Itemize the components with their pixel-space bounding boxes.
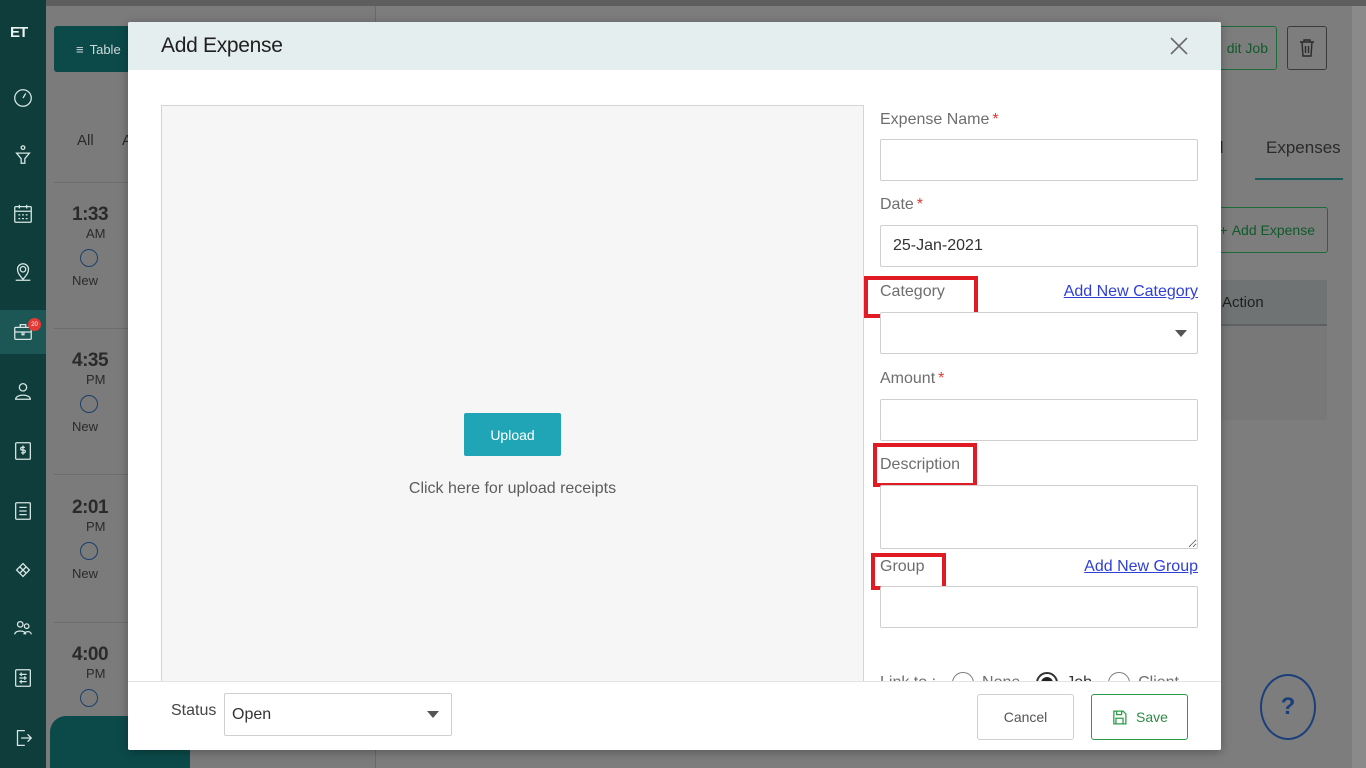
nav-calendar[interactable] xyxy=(0,192,46,236)
map-pin-icon xyxy=(15,263,31,281)
chevron-down-icon xyxy=(427,711,439,718)
nav-dashboard[interactable] xyxy=(0,76,46,120)
nav-reports[interactable] xyxy=(0,489,46,533)
add-expense-button[interactable]: + Add Expense xyxy=(1210,207,1328,253)
upload-hint: Click here for upload receipts xyxy=(408,480,617,497)
nav-rewards[interactable] xyxy=(0,548,46,592)
nav-map[interactable] xyxy=(0,250,46,294)
required-marker: * xyxy=(938,370,945,387)
description-textarea[interactable] xyxy=(880,485,1198,549)
expense-name-input[interactable] xyxy=(880,139,1198,181)
cancel-button[interactable]: Cancel xyxy=(977,694,1074,740)
nav-logout[interactable] xyxy=(0,716,46,760)
expenses-table: Action xyxy=(1210,280,1327,420)
nav-jobs[interactable]: 20 xyxy=(0,310,46,354)
date-input[interactable] xyxy=(880,225,1198,267)
highlight-box-group xyxy=(871,553,946,590)
status-circle-icon xyxy=(80,249,98,267)
status-circle-icon xyxy=(80,689,98,707)
status-select[interactable]: Open xyxy=(224,693,452,736)
trash-icon xyxy=(1300,39,1314,57)
jobs-badge: 20 xyxy=(28,318,41,331)
chevron-down-icon xyxy=(1175,330,1187,337)
nav-clients[interactable] xyxy=(0,369,46,413)
help-button[interactable]: ? xyxy=(1260,674,1316,740)
add-new-group-link[interactable]: Add New Group xyxy=(1084,558,1198,576)
receipt-dropzone[interactable]: Upload Click here for upload receipts xyxy=(161,105,864,705)
upload-button[interactable]: Upload xyxy=(464,413,561,456)
settings-sliders-icon xyxy=(15,669,31,687)
highlight-box-description xyxy=(873,443,977,487)
amount-label: Amount * xyxy=(880,370,945,387)
list-icon xyxy=(15,502,31,520)
app-logo: ET xyxy=(10,24,28,41)
table-header-action: Action xyxy=(1210,280,1327,326)
logout-icon xyxy=(16,730,33,746)
job-list-item[interactable]: 1:33 AM New xyxy=(72,204,109,288)
nav-finance[interactable] xyxy=(0,429,46,473)
amount-input[interactable] xyxy=(880,399,1198,441)
user-icon xyxy=(15,383,31,400)
job-list-item[interactable]: 4:00 PM xyxy=(72,644,109,707)
status-circle-icon xyxy=(80,542,98,560)
modal-footer: Status Open Cancel Save xyxy=(128,681,1221,750)
page-scrollbar[interactable] xyxy=(1352,6,1366,768)
save-icon xyxy=(1113,709,1127,725)
dashboard-icon xyxy=(14,89,32,107)
modal-title: Add Expense xyxy=(161,34,283,57)
close-button[interactable] xyxy=(1167,34,1191,58)
group-input[interactable] xyxy=(880,586,1198,628)
tab-expenses[interactable]: Expenses xyxy=(1266,138,1341,158)
users-icon xyxy=(14,620,32,635)
sidebar-nav: ET 20 xyxy=(0,0,46,768)
job-list-item[interactable]: 4:35 PM New xyxy=(72,350,109,434)
job-list-item[interactable]: 2:01 PM New xyxy=(72,497,109,581)
required-marker: * xyxy=(916,196,924,213)
category-select[interactable] xyxy=(880,312,1198,354)
gift-icon xyxy=(15,562,31,578)
filter-tab-all[interactable]: All xyxy=(77,132,94,149)
funnel-icon xyxy=(15,145,31,164)
status-value: Open xyxy=(232,706,272,723)
required-marker: * xyxy=(992,111,999,128)
date-label: Date * xyxy=(880,196,924,213)
modal-header: Add Expense xyxy=(128,22,1221,70)
sort-lines-icon: ≡ xyxy=(76,41,84,57)
add-expense-modal: Add Expense Upload Click here for upload… xyxy=(128,22,1221,750)
status-label: Status xyxy=(171,702,217,719)
expense-name-label: Expense Name * xyxy=(880,111,999,128)
nav-leads[interactable] xyxy=(0,133,46,177)
delete-button[interactable] xyxy=(1287,26,1327,70)
nav-team[interactable] xyxy=(0,606,46,650)
calendar-icon xyxy=(14,204,32,223)
add-new-category-link[interactable]: Add New Category xyxy=(1064,283,1198,301)
expense-form: Expense Name* Date* Category Add New Cat… xyxy=(864,105,1198,705)
nav-settings[interactable] xyxy=(0,656,46,700)
active-tab-indicator xyxy=(1255,178,1343,180)
dollar-icon xyxy=(15,442,31,460)
save-button[interactable]: Save xyxy=(1091,694,1188,740)
status-circle-icon xyxy=(80,395,98,413)
close-icon xyxy=(1170,37,1188,55)
